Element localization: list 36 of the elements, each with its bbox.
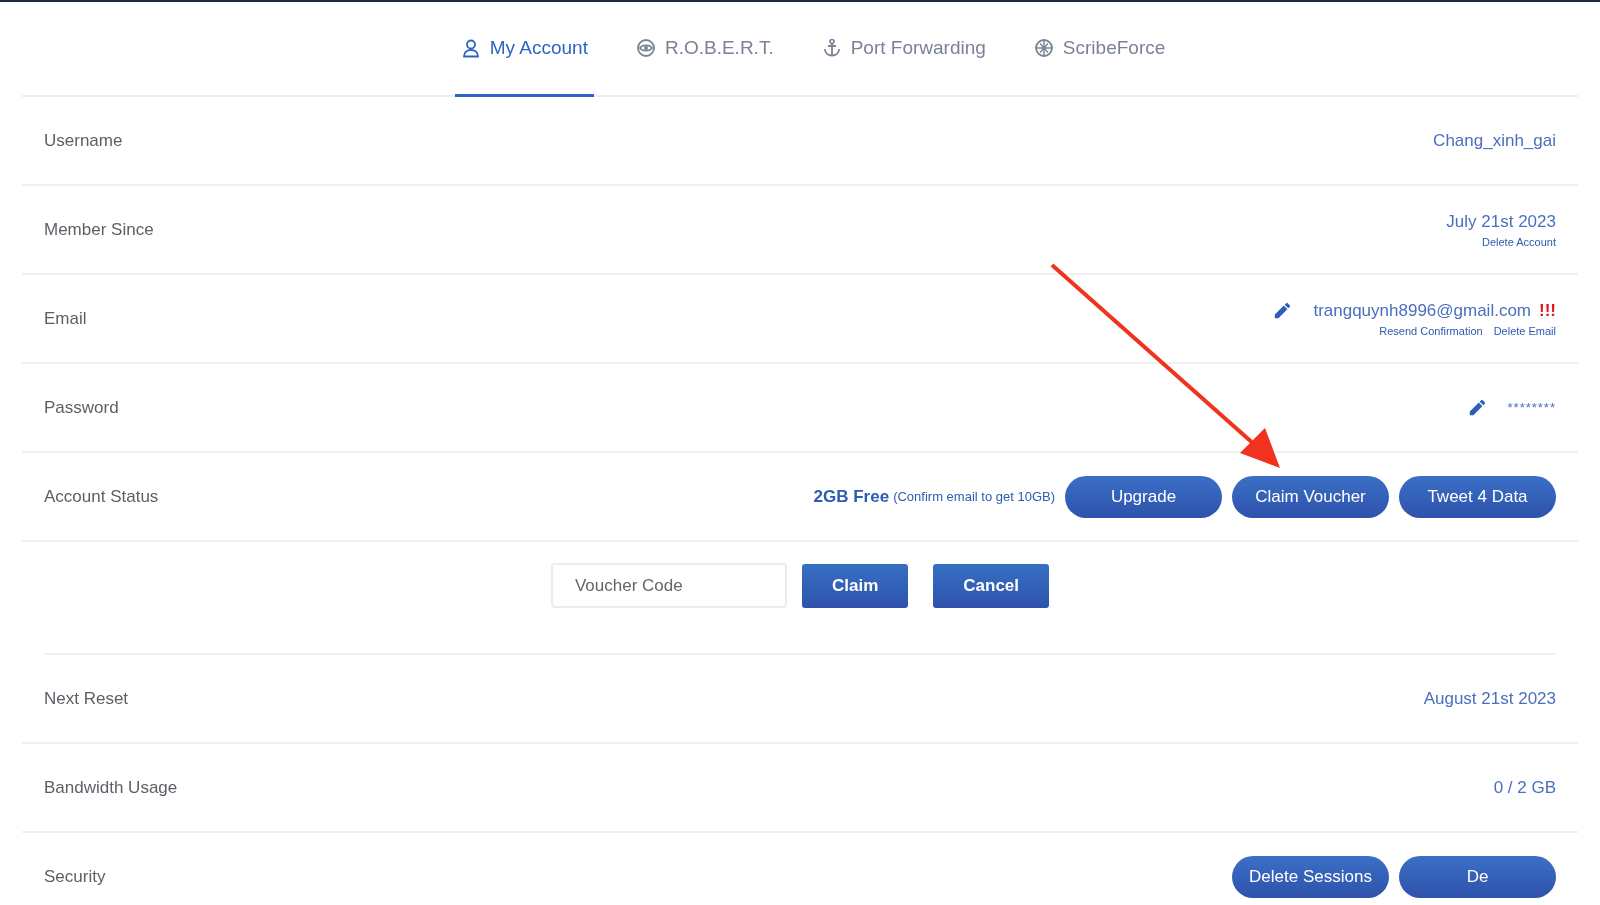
tab[interactable]: R.O.B.E.R.T.: [629, 2, 780, 97]
globe-icon: [1033, 38, 1054, 58]
plan-name: 2GB Free: [813, 486, 890, 507]
field-label: Bandwidth Usage: [44, 777, 178, 798]
field-value: July 21st 2023: [1446, 211, 1556, 232]
field-value: 0 / 2 GB: [1493, 777, 1556, 798]
tab[interactable]: My Account: [454, 2, 594, 97]
tab[interactable]: Port Forwarding: [815, 2, 992, 97]
field-label: Password: [44, 397, 119, 418]
field-value: Chang_xinh_gai: [1433, 130, 1556, 151]
field-value: August 21st 2023: [1423, 688, 1556, 709]
plan-note: (Confirm email to get 10GB): [893, 489, 1055, 504]
action-button[interactable]: De: [1399, 855, 1556, 898]
field-label: Next Reset: [44, 688, 129, 709]
form-button[interactable]: Cancel: [933, 563, 1049, 608]
field-label: Email: [44, 308, 87, 329]
link[interactable]: Delete Account: [1482, 235, 1556, 248]
warning-mark: !!!: [1539, 300, 1556, 321]
action-button[interactable]: Delete Sessions: [1232, 855, 1389, 898]
field-label: Member Since: [44, 219, 154, 240]
link[interactable]: Delete Email: [1493, 324, 1556, 337]
form-button[interactable]: Claim: [801, 563, 909, 608]
field-label: Username: [44, 130, 123, 151]
voucher-code-field[interactable]: Voucher Code: [550, 563, 787, 608]
action-button[interactable]: Claim Voucher: [1232, 475, 1389, 518]
field-value: trangquynh8996@gmail.com: [1313, 300, 1531, 321]
link[interactable]: Resend Confirmation: [1379, 324, 1483, 337]
field-value: ********: [1507, 400, 1556, 415]
action-button[interactable]: Upgrade: [1065, 475, 1222, 518]
tab[interactable]: ScribeForce: [1027, 2, 1172, 97]
eye-icon: [635, 38, 656, 58]
anchor-icon: [821, 38, 842, 58]
user-icon: [460, 38, 481, 58]
field-label: Security: [44, 866, 106, 887]
field-label: Account Status: [44, 486, 159, 507]
action-button[interactable]: Tweet 4 Data: [1399, 475, 1556, 518]
